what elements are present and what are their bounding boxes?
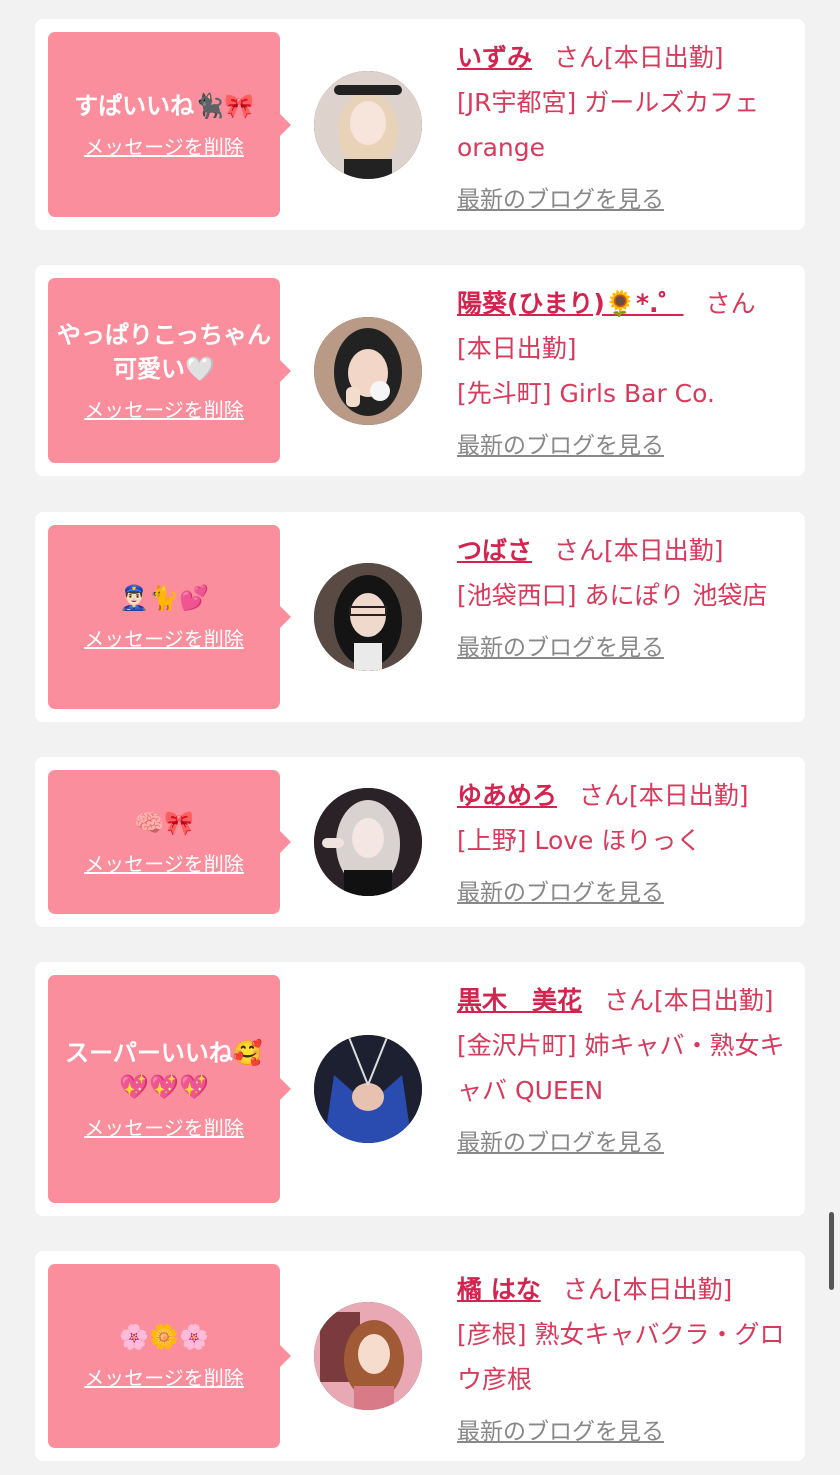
message-text: スーパーいいね🥰💖💖💖 bbox=[65, 1039, 263, 1101]
cast-name-link[interactable]: 黒木 美花 bbox=[457, 986, 582, 1015]
message-bubble: 🌸🌼🌸 メッセージを削除 bbox=[48, 1264, 291, 1448]
latest-blog-link[interactable]: 最新のブログを見る bbox=[457, 1121, 664, 1166]
message-text: 👮🏻‍♂️🐈💕 bbox=[119, 584, 209, 612]
honorific: さん bbox=[554, 536, 605, 565]
message-bubble: 🧠🎀 メッセージを削除 bbox=[48, 770, 291, 914]
latest-blog-link[interactable]: 最新のブログを見る bbox=[457, 178, 664, 223]
message-card: スーパーいいね🥰💖💖💖 メッセージを削除 黒木 美花 さん[本日出勤] [金沢片町… bbox=[35, 962, 805, 1216]
honorific: さん bbox=[579, 781, 630, 810]
cast-info: いずみ さん[本日出勤] [JR宇都宮] ガールズカフェ orange 最新のブロ… bbox=[457, 35, 791, 223]
delete-message-link[interactable]: メッセージを削除 bbox=[84, 1364, 244, 1392]
attendance-status: [本日出勤] bbox=[457, 334, 577, 363]
attendance-status: [本日出勤] bbox=[629, 781, 749, 810]
shop-name: [JR宇都宮] ガールズカフェ orange bbox=[457, 88, 760, 162]
avatar[interactable] bbox=[314, 563, 422, 671]
honorific: さん bbox=[604, 986, 655, 1015]
message-text: 🌸🌼🌸 bbox=[119, 1323, 209, 1351]
avatar[interactable] bbox=[314, 788, 422, 896]
delete-message-link[interactable]: メッセージを削除 bbox=[84, 1114, 244, 1142]
message-bubble: スーパーいいね🥰💖💖💖 メッセージを削除 bbox=[48, 975, 291, 1203]
message-card: 👮🏻‍♂️🐈💕 メッセージを削除 つばさ さん[本日出勤] [池袋西口] あにぽり… bbox=[35, 512, 805, 722]
avatar[interactable] bbox=[314, 1035, 422, 1143]
message-text: やっぱりこっちゃん可愛い🤍 bbox=[56, 320, 272, 383]
honorific: さん bbox=[562, 1275, 613, 1304]
attendance-status: [本日出勤] bbox=[604, 43, 724, 72]
avatar-photo-icon bbox=[314, 317, 422, 425]
shop-name: [先斗町] Girls Bar Co. bbox=[457, 379, 715, 408]
shop-name: [池袋西口] あにぽり 池袋店 bbox=[457, 581, 768, 610]
cast-info: 黒木 美花 さん[本日出勤] [金沢片町] 姉キャバ・熟女キャバ QUEEN 最新… bbox=[457, 978, 791, 1166]
message-text: すぱいいね🐈‍⬛🎀 bbox=[74, 91, 254, 120]
shop-name: [彦根] 熟女キャバクラ・グロウ彦根 bbox=[457, 1320, 785, 1394]
cast-name-link[interactable]: つばさ bbox=[457, 536, 532, 565]
cast-info: ゆあめろ さん[本日出勤] [上野] Love ほりっく 最新のブログを見る bbox=[457, 773, 791, 916]
delete-message-link[interactable]: メッセージを削除 bbox=[84, 133, 244, 161]
shop-name: [上野] Love ほりっく bbox=[457, 826, 702, 855]
latest-blog-link[interactable]: 最新のブログを見る bbox=[457, 424, 664, 469]
scrollbar[interactable] bbox=[829, 1212, 834, 1290]
message-card: やっぱりこっちゃん可愛い🤍 メッセージを削除 陽葵(ひまり)🌻*.゜ さん [本日… bbox=[35, 265, 805, 476]
message-card: すぱいいね🐈‍⬛🎀 メッセージを削除 いずみ さん[本日出勤] [JR宇都宮] ガ… bbox=[35, 19, 805, 230]
message-bubble: 👮🏻‍♂️🐈💕 メッセージを削除 bbox=[48, 525, 291, 709]
delete-message-link[interactable]: メッセージを削除 bbox=[84, 625, 244, 653]
shop-name: [金沢片町] 姉キャバ・熟女キャバ QUEEN bbox=[457, 1031, 785, 1105]
cast-name-link[interactable]: 橘 はな bbox=[457, 1275, 541, 1304]
avatar-photo-icon bbox=[314, 563, 422, 671]
cast-name-link[interactable]: 陽葵(ひまり)🌻*.゜ bbox=[457, 289, 684, 318]
delete-message-link[interactable]: メッセージを削除 bbox=[84, 396, 244, 424]
avatar[interactable] bbox=[314, 317, 422, 425]
avatar-photo-icon bbox=[314, 71, 422, 179]
avatar[interactable] bbox=[314, 71, 422, 179]
attendance-status: [本日出勤] bbox=[604, 536, 724, 565]
latest-blog-link[interactable]: 最新のブログを見る bbox=[457, 626, 664, 671]
honorific: さん bbox=[554, 43, 605, 72]
cast-name-link[interactable]: いずみ bbox=[457, 43, 532, 72]
message-bubble: すぱいいね🐈‍⬛🎀 メッセージを削除 bbox=[48, 32, 291, 217]
delete-message-link[interactable]: メッセージを削除 bbox=[84, 850, 244, 878]
message-text: 🧠🎀 bbox=[134, 809, 194, 837]
message-bubble: やっぱりこっちゃん可愛い🤍 メッセージを削除 bbox=[48, 278, 291, 463]
latest-blog-link[interactable]: 最新のブログを見る bbox=[457, 1410, 664, 1455]
avatar-photo-icon bbox=[314, 788, 422, 896]
cast-name-link[interactable]: ゆあめろ bbox=[457, 781, 557, 810]
attendance-status: [本日出勤] bbox=[654, 986, 774, 1015]
message-card: 🧠🎀 メッセージを削除 ゆあめろ さん[本日出勤] [上野] Love ほりっく … bbox=[35, 757, 805, 927]
cast-info: つばさ さん[本日出勤] [池袋西口] あにぽり 池袋店 最新のブログを見る bbox=[457, 528, 791, 671]
attendance-status: [本日出勤] bbox=[612, 1275, 733, 1304]
message-card: 🌸🌼🌸 メッセージを削除 橘 はな さん[本日出勤] [彦根] 熟女キャバクラ・グ… bbox=[35, 1251, 805, 1461]
avatar-photo-icon bbox=[314, 1035, 422, 1143]
avatar-photo-icon bbox=[314, 1302, 422, 1410]
cast-info: 橘 はな さん[本日出勤] [彦根] 熟女キャバクラ・グロウ彦根 最新のブログを見… bbox=[457, 1267, 791, 1455]
latest-blog-link[interactable]: 最新のブログを見る bbox=[457, 871, 664, 916]
avatar[interactable] bbox=[314, 1302, 422, 1410]
cast-info: 陽葵(ひまり)🌻*.゜ さん [本日出勤] [先斗町] Girls Bar Co.… bbox=[457, 281, 791, 469]
honorific: さん bbox=[705, 289, 756, 318]
